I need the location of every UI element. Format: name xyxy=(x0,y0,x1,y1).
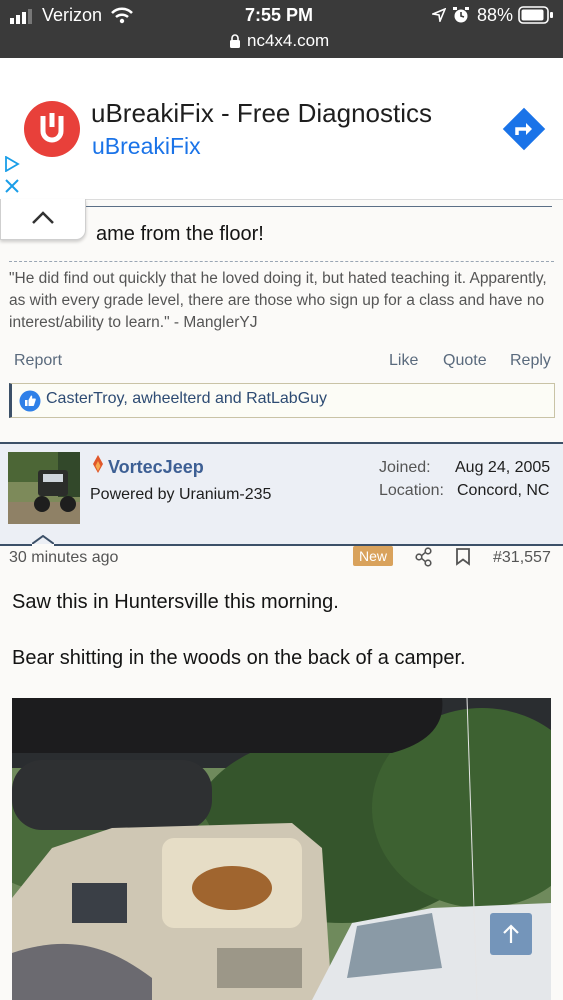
scroll-to-top-button[interactable] xyxy=(490,913,532,955)
battery-percent: 88% xyxy=(477,5,514,25)
post-line-2: Bear shitting in the woods on the back o… xyxy=(12,647,466,669)
adchoices-icon[interactable] xyxy=(4,156,20,172)
bookmark-icon[interactable] xyxy=(455,548,471,566)
post-line-1: Saw this in Huntersville this morning. xyxy=(12,591,339,613)
flame-icon xyxy=(93,455,103,473)
collapse-ad-button[interactable] xyxy=(0,199,86,240)
url-bar[interactable]: nc4x4.com xyxy=(247,31,329,51)
directions-icon[interactable] xyxy=(499,104,549,154)
battery-icon xyxy=(518,6,553,24)
reply-link[interactable]: Reply xyxy=(510,352,551,370)
joined-label: Joined: xyxy=(379,459,431,476)
like-link[interactable]: Like xyxy=(389,352,418,370)
wifi-icon xyxy=(111,7,133,24)
user-card: VortecJeep Powered by Uranium-235 Joined… xyxy=(0,442,563,546)
quote-link[interactable]: Quote xyxy=(443,352,487,370)
location-value: Concord, NC xyxy=(457,482,550,499)
new-badge: New xyxy=(353,546,394,566)
reactions-bar[interactable]: CasterTroy, awheelterd and RatLabGuy xyxy=(9,383,555,418)
joined-value: Aug 24, 2005 xyxy=(455,459,551,476)
ad-title[interactable]: uBreakiFix - Free Diagnostics xyxy=(91,98,432,129)
alarm-icon xyxy=(453,7,469,23)
ad-advertiser[interactable]: uBreakiFix xyxy=(92,133,201,160)
signature-divider xyxy=(9,261,554,262)
close-ad-icon[interactable] xyxy=(4,178,20,194)
chevron-up-icon xyxy=(32,211,54,224)
signature: "He did find out quickly that he loved d… xyxy=(9,270,547,331)
signal-icon xyxy=(10,9,32,24)
status-bar: Verizon 7:55 PM 88% nc4x4.com xyxy=(0,0,563,58)
report-link[interactable]: Report xyxy=(14,352,62,370)
post-number[interactable]: #31,557 xyxy=(493,549,551,567)
lock-icon xyxy=(230,34,240,48)
avatar[interactable] xyxy=(8,452,80,524)
carrier-label: Verizon xyxy=(42,5,103,25)
arrow-up-icon xyxy=(503,924,519,943)
location-label: Location: xyxy=(379,482,444,499)
card-pointer xyxy=(32,535,54,547)
author-name[interactable]: VortecJeep xyxy=(108,457,204,478)
quote-border xyxy=(86,206,552,207)
post-time[interactable]: 30 minutes ago xyxy=(9,549,118,567)
user-title: Powered by Uranium-235 xyxy=(90,486,272,503)
post-body-tail: ame from the floor! xyxy=(96,223,264,245)
like-reaction-icon xyxy=(19,390,41,412)
ubreakifix-logo xyxy=(24,101,80,157)
reactions-list[interactable]: CasterTroy, awheelterd and RatLabGuy xyxy=(46,390,327,408)
location-arrow-icon xyxy=(432,8,446,22)
clock: 7:55 PM xyxy=(245,5,314,25)
post-image[interactable] xyxy=(12,698,551,1000)
share-icon[interactable] xyxy=(415,547,433,567)
ad-banner[interactable]: uBreakiFix - Free Diagnostics uBreakiFix xyxy=(0,58,563,200)
